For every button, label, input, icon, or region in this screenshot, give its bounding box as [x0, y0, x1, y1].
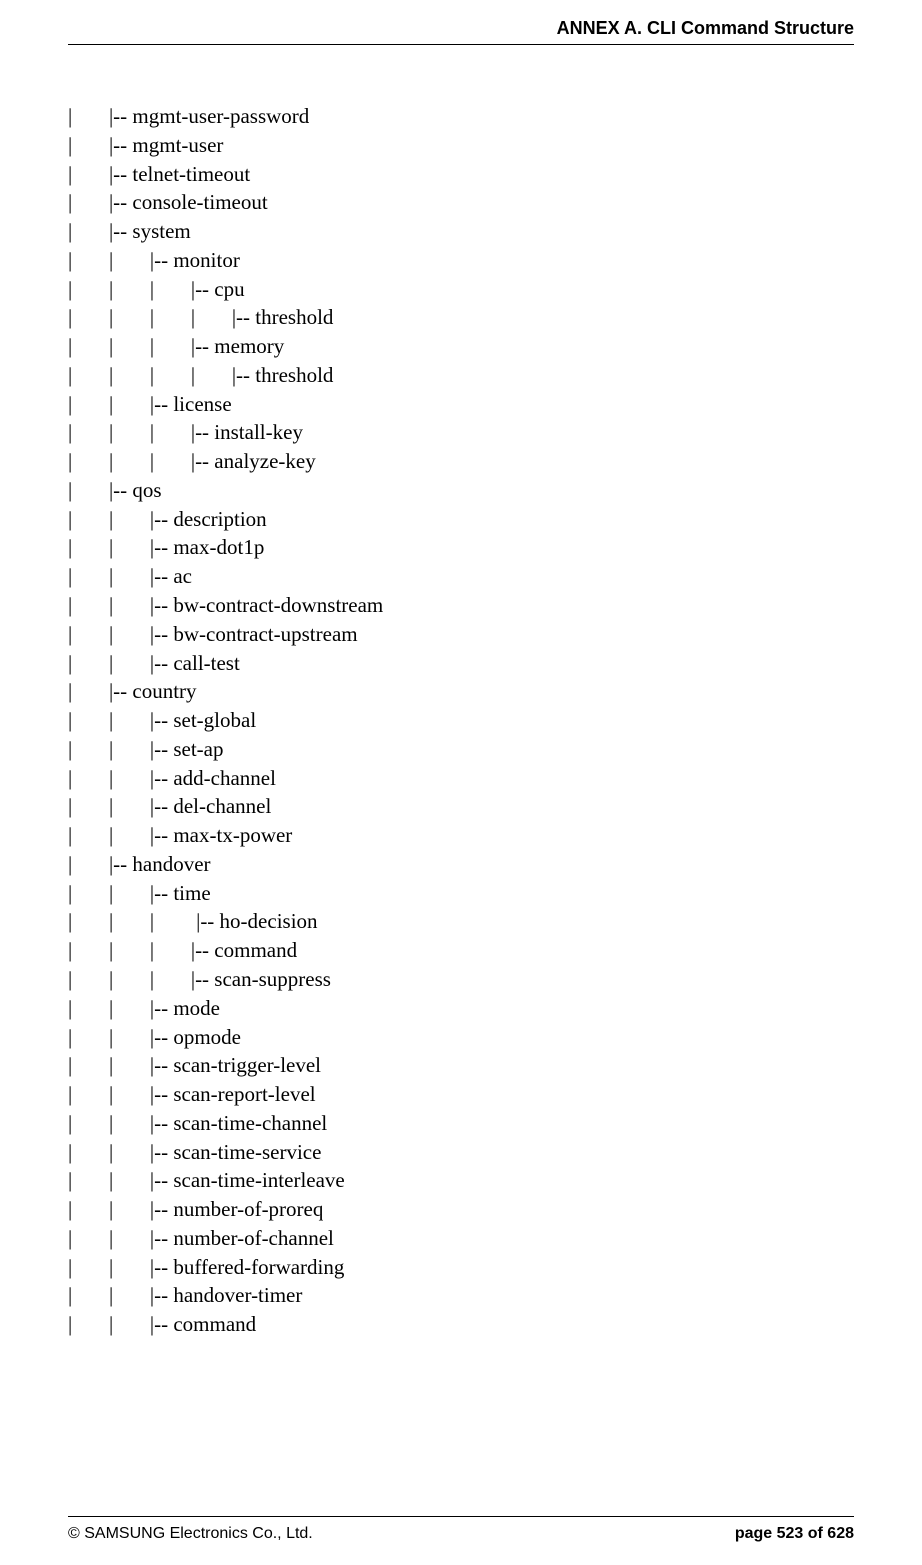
- header-rule: [68, 44, 854, 45]
- cli-tree-content: | |-- mgmt-user-password | |-- mgmt-user…: [68, 102, 854, 1339]
- footer-rule: [68, 1516, 854, 1517]
- page: ANNEX A. CLI Command Structure | |-- mgm…: [0, 0, 922, 1565]
- page-header-title: ANNEX A. CLI Command Structure: [557, 18, 854, 39]
- footer-page-number: page 523 of 628: [735, 1525, 854, 1543]
- footer-copyright: © SAMSUNG Electronics Co., Ltd.: [68, 1525, 313, 1543]
